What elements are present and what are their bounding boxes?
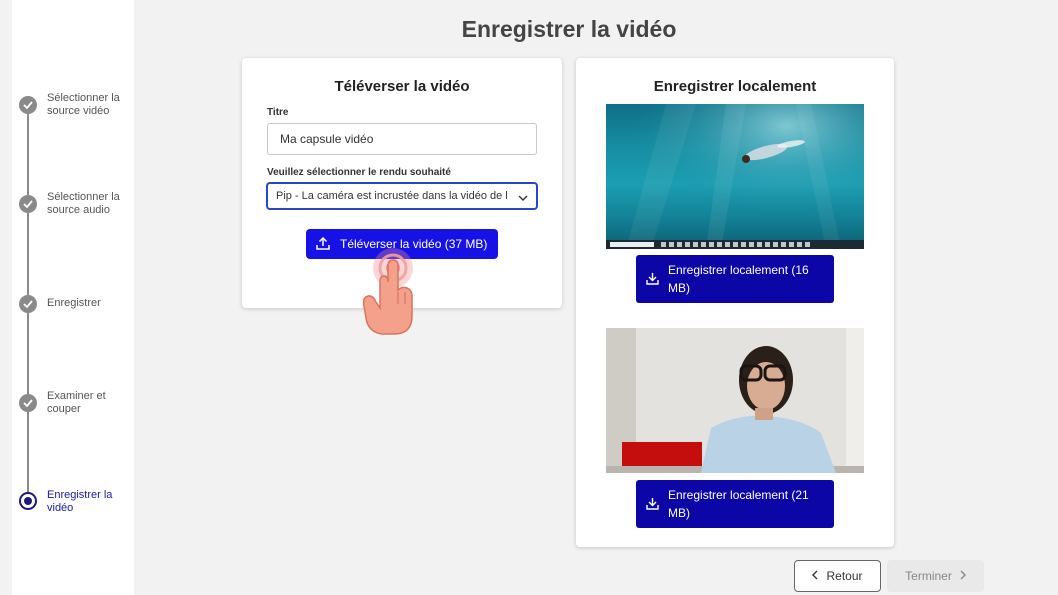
step-label: Sélectionner la source vidéo: [47, 92, 120, 117]
download-button-label: Enregistrer localement (21 MB): [668, 488, 809, 520]
back-button-label: Retour: [826, 569, 863, 583]
check-icon: [19, 295, 37, 313]
download-icon: [646, 272, 659, 290]
step-label: Sélectionner la source audio: [47, 191, 120, 216]
page-title: Enregistrer la vidéo: [461, 16, 677, 42]
chevron-down-icon: [518, 192, 528, 204]
back-button[interactable]: Retour: [794, 560, 881, 592]
download-button-label: Enregistrer localement (16 MB): [668, 263, 809, 295]
screen-video-thumbnail: [606, 104, 864, 249]
step-label: Examiner et couper: [47, 390, 106, 415]
chevron-left-icon: [812, 569, 818, 583]
radio-active-icon: [19, 492, 37, 510]
download-camera-button[interactable]: Enregistrer localement (21 MB): [636, 480, 834, 528]
steps-sidebar: Sélectionner la source vidéo Sélectionne…: [12, 0, 134, 595]
render-select[interactable]: Pip - La caméra est incrustée dans la vi…: [266, 182, 538, 210]
title-field-label: Titre: [267, 107, 289, 118]
step-label: Enregistrer: [47, 297, 101, 309]
render-select-value: Pip - La caméra est incrustée dans la vi…: [276, 190, 508, 202]
local-save-card: Enregistrer localement Enregistrer local…: [576, 58, 894, 547]
pointer-hand-icon: [358, 246, 422, 343]
check-icon: [19, 96, 37, 114]
camera-video-thumbnail: [606, 328, 864, 473]
render-field-label: Veuillez sélectionner le rendu souhaité: [267, 167, 451, 178]
local-card-title: Enregistrer localement: [653, 78, 817, 95]
chevron-right-icon: [960, 569, 966, 583]
check-icon: [19, 394, 37, 412]
title-input[interactable]: [267, 123, 537, 155]
download-screen-button[interactable]: Enregistrer localement (16 MB): [636, 255, 834, 303]
step-label: Enregistrer la vidéo: [47, 489, 113, 514]
upload-icon: [316, 236, 330, 253]
finish-button-label: Terminer: [905, 569, 952, 583]
check-icon: [19, 195, 37, 213]
download-icon: [646, 497, 659, 515]
finish-button[interactable]: Terminer: [887, 560, 984, 592]
upload-card-title: Téléverser la vidéo: [334, 78, 470, 95]
left-edge: [0, 0, 12, 595]
